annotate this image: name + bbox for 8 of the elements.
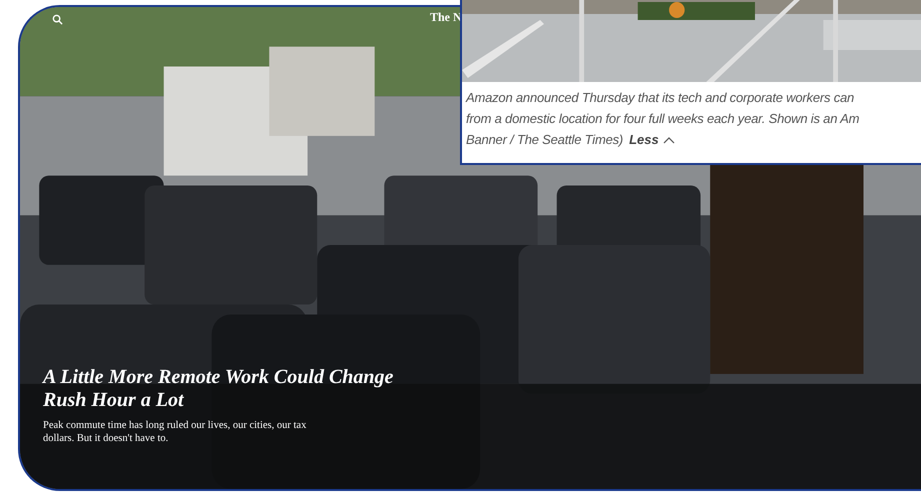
search-icon[interactable] xyxy=(52,14,63,25)
caption-text: Amazon announced Thursday that its tech and corporate workers can xyxy=(466,90,854,105)
summary-text: Peak commute time has long ruled our lives, our cities, our tax dollars. But it doesn't have to. xyxy=(43,419,308,445)
chevron-up-icon xyxy=(662,136,675,144)
caption-text: from a domestic location for four full weeks each year. Shown is an Am xyxy=(466,111,860,126)
headline[interactable]: A Little More Remote Work Could Change Rush Hour a Lot xyxy=(43,366,423,412)
caption-text: Banner / The Seattle Times) xyxy=(466,132,624,147)
less-button[interactable]: Less xyxy=(623,132,675,147)
